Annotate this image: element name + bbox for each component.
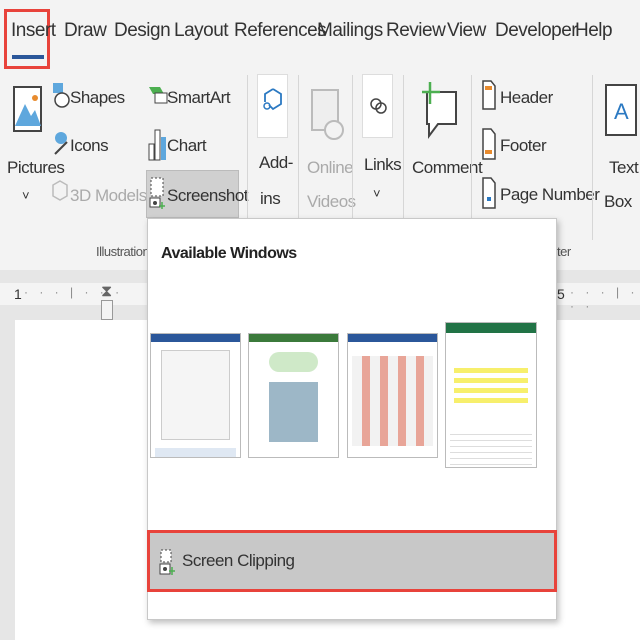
tab-insert[interactable]: Insert — [11, 20, 56, 42]
chart-icon — [148, 129, 166, 161]
tab-references[interactable]: References — [234, 20, 327, 42]
links-icon — [370, 98, 387, 114]
online-videos-icon — [311, 89, 344, 140]
online-videos-line2: Videos — [307, 192, 356, 211]
tab-design[interactable]: Design — [114, 20, 171, 42]
window-thumbnail[interactable] — [445, 322, 537, 468]
comment-icon — [422, 82, 457, 139]
shapes-button[interactable]: Shapes — [70, 88, 125, 108]
svg-text:A: A — [614, 99, 629, 124]
header-icon — [482, 80, 496, 110]
screen-clipping-button[interactable]: Screen Clipping — [147, 530, 557, 592]
online-videos-button: Online — [307, 158, 354, 177]
pictures-button[interactable]: Pictures — [7, 158, 65, 178]
tab-view[interactable]: View — [447, 20, 486, 42]
ruler-number: 1 — [14, 286, 22, 302]
pictures-icon — [13, 86, 42, 132]
page-number-icon — [482, 177, 496, 209]
screenshot-label: Screenshot — [167, 186, 249, 205]
text-box-icon: A — [605, 84, 637, 136]
icons-button[interactable]: Icons — [70, 136, 109, 156]
footer-icon — [482, 128, 496, 160]
ruler-ticks: · · · | · · · — [570, 285, 639, 313]
active-tab-underline — [12, 55, 44, 59]
window-thumbnail[interactable] — [248, 333, 339, 458]
smartart-button[interactable]: SmartArt — [167, 88, 231, 108]
tab-bar: Insert Draw Design Layout References Mai… — [0, 0, 640, 70]
tab-mailings[interactable]: Mailings — [317, 20, 383, 42]
chart-button[interactable]: Chart — [167, 136, 207, 156]
header-button[interactable]: Header — [500, 88, 553, 108]
indent-marker-bottom[interactable] — [101, 300, 113, 320]
window-thumbnail[interactable] — [347, 333, 438, 458]
icons-icon — [54, 132, 68, 155]
text-box-button[interactable]: Text — [609, 158, 639, 178]
3d-models-button: 3D Models — [70, 186, 147, 205]
text-box-line2[interactable]: Box — [604, 192, 632, 212]
addins-icon-box — [257, 74, 288, 138]
3d-models-icon — [52, 180, 68, 201]
tab-draw[interactable]: Draw — [64, 20, 107, 42]
tab-help[interactable]: Help — [575, 20, 613, 42]
ruler-number: 5 — [557, 286, 565, 302]
indent-marker[interactable]: ⧗ — [101, 283, 112, 301]
tab-review[interactable]: Review — [386, 20, 446, 42]
links-chevron-icon[interactable]: ˅ — [373, 186, 381, 201]
shapes-icon — [53, 83, 70, 108]
screen-clipping-icon — [159, 549, 175, 575]
addins-button-line2[interactable]: ins — [260, 189, 281, 209]
page-number-button[interactable]: Page Number — [500, 185, 600, 205]
pictures-chevron-icon[interactable]: ˅ — [22, 188, 30, 203]
tab-layout[interactable]: Layout — [174, 20, 229, 42]
addins-icon — [263, 88, 282, 111]
addins-button[interactable]: Add- — [259, 153, 293, 173]
header-footer-group-label: ter — [557, 244, 571, 259]
window-thumbnail[interactable] — [150, 333, 241, 458]
screenshot-icon — [149, 177, 165, 209]
tab-developer[interactable]: Developer — [495, 20, 578, 42]
smartart-icon — [149, 87, 168, 104]
available-windows-heading: Available Windows — [161, 245, 297, 262]
links-icon-box — [362, 74, 393, 138]
links-button[interactable]: Links — [364, 155, 402, 175]
screen-clipping-label: Screen Clipping — [182, 551, 295, 570]
footer-button[interactable]: Footer — [500, 136, 547, 156]
